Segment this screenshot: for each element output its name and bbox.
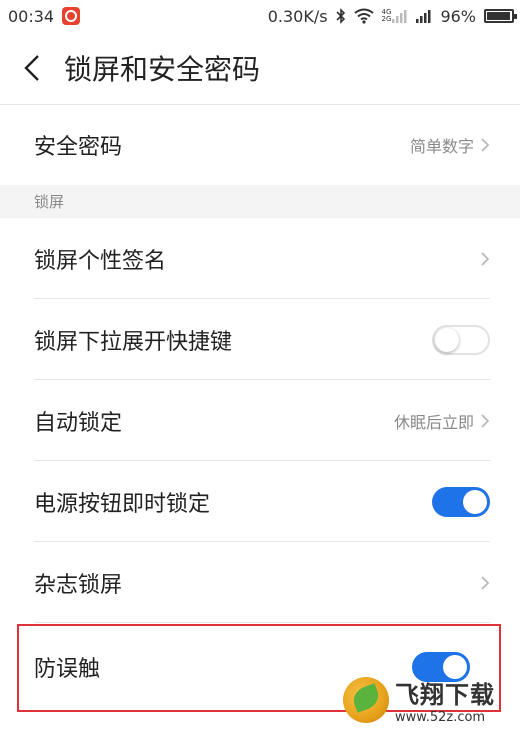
row-label: 自动锁定	[34, 410, 123, 436]
chevron-right-icon	[481, 575, 490, 590]
row-label: 杂志锁屏	[34, 572, 123, 598]
notification-app-icon	[62, 7, 81, 25]
chevron-right-icon	[481, 251, 490, 266]
watermark: 飞翔下载 www.52z.com	[343, 672, 513, 728]
battery-icon	[484, 9, 517, 23]
toggle-knob	[435, 327, 459, 352]
row-security-password[interactable]: 安全密码 简单数字	[0, 104, 520, 185]
chevron-right-icon	[481, 413, 490, 428]
status-bar: 00:34 0.30K/s 4G 2G 96%	[0, 0, 520, 32]
signal-sim2-icon	[416, 9, 432, 23]
signal-sim1-icon: 4G 2G	[382, 9, 409, 23]
row-power-button-lock: 电源按钮即时锁定	[0, 461, 520, 542]
page-header: 锁屏和安全密码	[0, 32, 520, 105]
back-arrow-icon	[24, 55, 39, 81]
row-pulldown-shortcuts: 锁屏下拉展开快捷键	[0, 299, 520, 380]
toggle-knob	[463, 489, 487, 514]
wifi-icon	[353, 8, 374, 24]
pulldown-shortcuts-toggle[interactable]	[432, 324, 490, 355]
battery-percent: 96%	[440, 6, 476, 26]
status-left: 00:34	[8, 6, 81, 26]
page-title: 锁屏和安全密码	[64, 53, 261, 86]
leaf-logo-icon	[343, 677, 389, 723]
net-tag-2g: 2G	[381, 15, 392, 23]
row-label: 锁屏下拉展开快捷键	[34, 329, 233, 355]
status-right: 0.30K/s 4G 2G 96%	[267, 6, 517, 26]
section-header-lockscreen: 锁屏	[0, 185, 520, 218]
watermark-text: 飞翔下载 www.52z.com	[395, 675, 495, 725]
row-value: 简单数字	[409, 136, 474, 156]
power-button-lock-toggle[interactable]	[432, 486, 490, 517]
row-label: 安全密码	[34, 134, 123, 160]
status-time: 00:34	[8, 6, 55, 26]
row-divider	[34, 622, 490, 623]
back-button[interactable]	[0, 32, 64, 104]
row-auto-lock[interactable]: 自动锁定 休眠后立即	[0, 380, 520, 461]
row-value: 休眠后立即	[393, 412, 474, 432]
bluetooth-icon	[335, 8, 346, 24]
row-label: 电源按钮即时锁定	[34, 491, 211, 517]
chevron-right-icon	[481, 137, 490, 152]
row-lockscreen-signature[interactable]: 锁屏个性签名	[0, 218, 520, 299]
network-speed: 0.30K/s	[267, 6, 328, 26]
row-label: 锁屏个性签名	[34, 248, 167, 274]
watermark-brand: 飞翔下载	[395, 681, 495, 709]
row-magazine-lockscreen[interactable]: 杂志锁屏	[0, 542, 520, 623]
watermark-url: www.52z.com	[395, 710, 486, 725]
